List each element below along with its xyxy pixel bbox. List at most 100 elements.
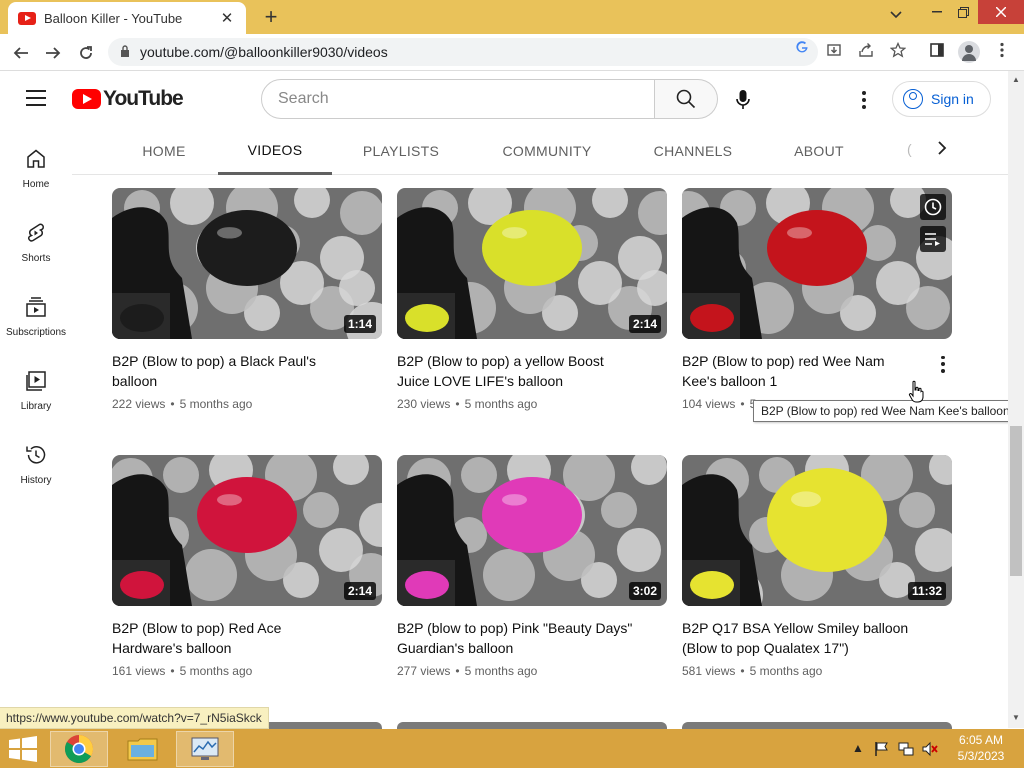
- video-title[interactable]: B2P (Blow to pop) red Wee Nam Kee's ball…: [682, 351, 922, 391]
- new-tab-button[interactable]: +: [258, 4, 284, 30]
- tab-playlists[interactable]: PLAYLISTS: [344, 127, 458, 175]
- tabs-scroll-right-icon[interactable]: [930, 139, 954, 163]
- sign-in-button[interactable]: Sign in: [892, 81, 991, 117]
- video-age: 5 months ago: [464, 397, 538, 411]
- clock-time: 6:05 AM: [958, 733, 1004, 747]
- browser-tab[interactable]: Balloon Killer - YouTube ✕: [8, 2, 246, 34]
- status-link-url: https://www.youtube.com/watch?v=7_rN5iaS…: [0, 707, 269, 729]
- scroll-up-icon[interactable]: ▲: [1012, 75, 1020, 84]
- sign-in-label: Sign in: [931, 91, 974, 107]
- video-thumbnail[interactable]: [682, 188, 952, 339]
- tab-community[interactable]: COMMUNITY: [482, 127, 612, 175]
- video-card[interactable]: 2:14 B2P (Blow to pop) Red Ace Hardware's…: [112, 455, 382, 678]
- volume-muted-icon[interactable]: [922, 741, 938, 760]
- scroll-down-icon[interactable]: ▼: [1012, 713, 1020, 722]
- settings-menu-icon[interactable]: [852, 85, 876, 115]
- video-title[interactable]: B2P (Blow to pop) Red Ace Hardware's bal…: [112, 618, 352, 658]
- tab-search-partial: (: [907, 141, 912, 157]
- taskbar-chrome[interactable]: [50, 731, 108, 767]
- profile-avatar-icon[interactable]: [958, 41, 980, 63]
- side-panel-icon[interactable]: [926, 42, 948, 62]
- youtube-favicon-icon: [18, 11, 36, 25]
- sidebar-item-label: Subscriptions: [5, 327, 67, 338]
- chrome-menu-icon[interactable]: [991, 42, 1013, 62]
- title-tooltip: B2P (Blow to pop) red Wee Nam Kee's ball…: [753, 400, 1024, 422]
- taskbar-task-manager[interactable]: [176, 731, 234, 767]
- scroll-thumb[interactable]: [1010, 426, 1022, 576]
- network-icon[interactable]: [898, 741, 914, 760]
- tab-close-icon[interactable]: ✕: [218, 9, 236, 27]
- page-scrollbar[interactable]: ▲ ▼: [1008, 71, 1024, 728]
- browser-toolbar: youtube.com/@balloonkiller9030/videos: [0, 34, 1024, 71]
- guide-menu-icon[interactable]: [26, 90, 46, 106]
- video-title[interactable]: B2P (blow to pop) Pink "Beauty Days" Gua…: [397, 618, 637, 658]
- search-button[interactable]: [655, 79, 718, 119]
- video-title[interactable]: B2P (Blow to pop) a yellow Boost Juice L…: [397, 351, 637, 391]
- video-title[interactable]: B2P (Blow to pop) a Black Paul's balloon: [112, 351, 352, 391]
- youtube-logo[interactable]: YouTube: [72, 87, 184, 111]
- tab-channels[interactable]: CHANNELS: [640, 127, 746, 175]
- sidebar-item-history[interactable]: History: [0, 423, 72, 497]
- video-age: 5 months ago: [179, 664, 253, 678]
- meta-separator: •: [740, 397, 745, 411]
- video-thumbnail[interactable]: 2:14: [112, 455, 382, 606]
- video-action-menu-icon[interactable]: [940, 354, 946, 374]
- tab-videos[interactable]: VIDEOS: [218, 127, 332, 175]
- video-card[interactable]: 2:14 B2P (Blow to pop) a yellow Boost Jui…: [397, 188, 667, 411]
- video-card[interactable]: 11:32 B2P Q17 BSA Yellow Smiley balloon (…: [682, 455, 952, 678]
- video-metadata: 161 views • 5 months ago: [112, 664, 382, 678]
- video-card[interactable]: B2P (Blow to pop) red Wee Nam Kee's ball…: [682, 188, 952, 411]
- video-card[interactable]: 1:14 B2P (Blow to pop) a Black Paul's bal…: [112, 188, 382, 411]
- library-icon: [26, 371, 46, 391]
- search-box[interactable]: [261, 79, 655, 119]
- share-icon[interactable]: [855, 42, 877, 62]
- sidebar-item-label: Library: [20, 401, 52, 412]
- meta-separator: •: [740, 664, 745, 678]
- voice-search-icon[interactable]: [728, 85, 758, 115]
- watch-later-icon[interactable]: [920, 194, 946, 220]
- action-center-flag-icon[interactable]: [874, 741, 890, 760]
- taskbar-file-explorer[interactable]: [114, 731, 172, 767]
- video-thumbnail[interactable]: 3:02: [397, 455, 667, 606]
- video-metadata: 277 views • 5 months ago: [397, 664, 667, 678]
- back-icon[interactable]: [8, 40, 34, 66]
- google-lens-icon[interactable]: [792, 40, 812, 57]
- windows-start-icon[interactable]: [8, 736, 38, 762]
- sidebar-item-label: History: [20, 475, 52, 486]
- youtube-header: YouTube Sign in: [0, 71, 1008, 127]
- sidebar-item-library[interactable]: Library: [0, 349, 72, 423]
- add-to-queue-icon[interactable]: [920, 226, 946, 252]
- video-title[interactable]: B2P Q17 BSA Yellow Smiley balloon (Blow …: [682, 618, 922, 658]
- sidebar-item-home[interactable]: Home: [0, 127, 72, 201]
- video-views: 222 views: [112, 397, 166, 411]
- bookmark-star-icon[interactable]: [887, 41, 909, 62]
- reload-icon[interactable]: [73, 40, 99, 66]
- youtube-logo-text: YouTube: [103, 87, 184, 110]
- tray-expand-icon[interactable]: ▲: [852, 741, 864, 755]
- video-thumbnail[interactable]: 11:32: [682, 455, 952, 606]
- tab-about[interactable]: ABOUT: [776, 127, 862, 175]
- install-app-icon[interactable]: [823, 42, 845, 62]
- sidebar-item-subscriptions[interactable]: Subscriptions: [0, 275, 72, 349]
- video-metadata: 230 views • 5 months ago: [397, 397, 667, 411]
- video-views: 277 views: [397, 664, 451, 678]
- video-duration: 11:32: [907, 582, 946, 600]
- restore-icon[interactable]: [946, 0, 980, 24]
- video-duration: 2:14: [343, 582, 376, 600]
- meta-separator: •: [170, 397, 175, 411]
- sidebar-item-shorts[interactable]: Shorts: [0, 201, 72, 275]
- home-icon: [27, 149, 45, 168]
- system-clock[interactable]: 6:05 AM 5/3/2023: [948, 732, 1014, 764]
- forward-icon[interactable]: [40, 40, 66, 66]
- window-close-icon[interactable]: [978, 0, 1024, 24]
- video-thumbnail[interactable]: 2:14: [397, 188, 667, 339]
- account-icon: [903, 89, 923, 109]
- search-input[interactable]: [278, 90, 654, 108]
- video-thumbnail[interactable]: 1:14: [112, 188, 382, 339]
- channel-tabs: HOME VIDEOS PLAYLISTS COMMUNITY CHANNELS…: [72, 127, 1008, 175]
- tab-home[interactable]: HOME: [122, 127, 206, 175]
- shorts-icon: [28, 223, 44, 242]
- video-card[interactable]: 3:02 B2P (blow to pop) Pink "Beauty Days"…: [397, 455, 667, 678]
- tab-search-chevron-icon[interactable]: [890, 8, 902, 22]
- address-bar[interactable]: youtube.com/@balloonkiller9030/videos: [108, 38, 818, 66]
